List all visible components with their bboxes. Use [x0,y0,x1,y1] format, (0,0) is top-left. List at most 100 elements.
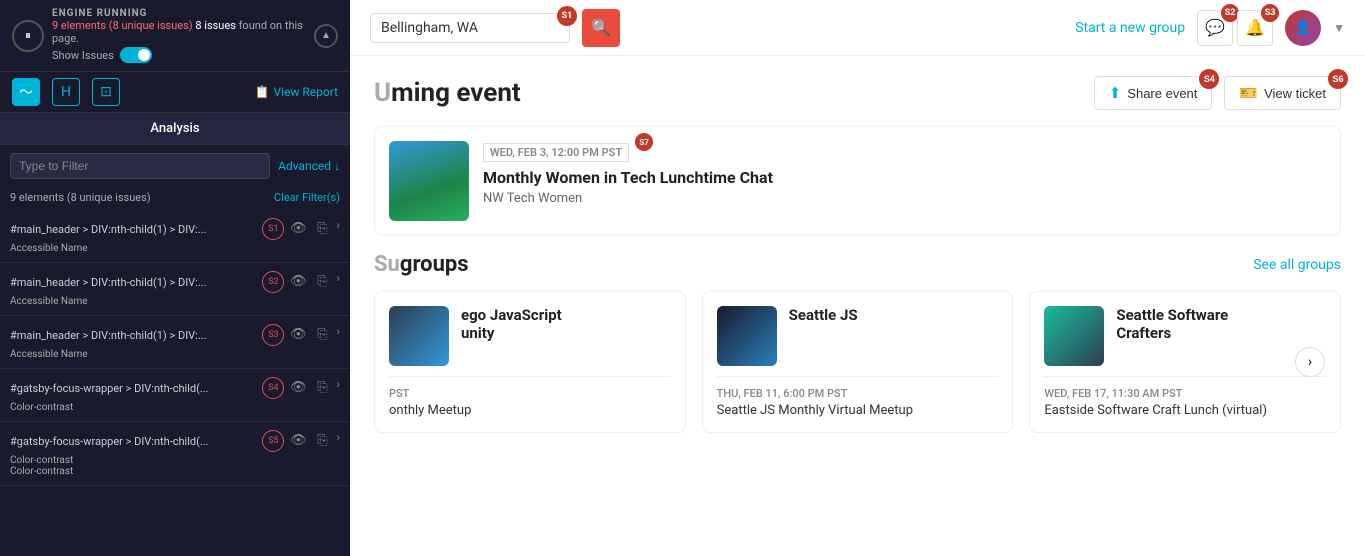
report-icon: 📋 [255,85,270,99]
group-thumbnail-2 [717,306,777,366]
groups-next-arrow[interactable]: › [1295,347,1325,377]
issue-tag-2: Color-contrast [10,466,340,477]
copy-icon[interactable]: ⎘ [312,430,332,450]
filter-input[interactable] [10,153,270,179]
group-event-name-3: Eastside Software Craft Lunch (virtual) [1044,403,1326,418]
view-ticket-label: View ticket [1264,86,1326,101]
upcoming-header: Uming event ⬆ Share event S4 🎫 View tick… [374,76,1341,110]
group-name-2: Seattle JS [789,306,858,324]
share-label: Share event [1127,86,1197,101]
expand-icon[interactable]: › [336,324,340,346]
share-event-button[interactable]: ⬆ Share event S4 [1094,76,1213,110]
group-event-2: THU, FEB 11, 6:00 PM PST Seattle JS Mont… [717,387,999,418]
event-actions: ⬆ Share event S4 🎫 View ticket S6 [1094,76,1341,110]
visibility-icon[interactable]: 👁 [288,218,308,238]
clear-filters-button[interactable]: Clear Filter(s) [274,191,340,204]
header-right: Start a new group 💬 S2 🔔 S3 👤 ▼ [1075,10,1345,46]
issue-item[interactable]: #main_header > DIV:nth-child(1) > DIV:..… [0,210,350,263]
issue-list: #main_header > DIV:nth-child(1) > DIV:..… [0,210,350,556]
upcoming-title-text: ming event [391,78,521,108]
group-name-3: Seattle SoftwareCrafters [1116,306,1228,342]
user-avatar[interactable]: 👤 [1285,10,1321,46]
engine-title: ENGINE RUNNING [52,8,314,19]
site-header: Bellingham, WA S1 🔍 Start a new group 💬 … [350,0,1365,56]
wave-icon-button[interactable]: 〜 [12,78,40,106]
expand-icon[interactable]: › [336,271,340,293]
collapse-panel-button[interactable]: ▲ [314,24,338,48]
bell-button[interactable]: 🔔 S3 [1237,10,1273,46]
copy-icon[interactable]: ⎘ [312,377,332,397]
groups-section: Sugroups See all groups ego JavaScriptun… [350,252,1365,453]
view-report-link[interactable]: 📋 View Report [255,85,339,99]
start-new-group-link[interactable]: Start a new group [1075,20,1185,36]
avatar-image: 👤 [1285,10,1321,46]
search-icon: 🔍 [591,18,611,37]
event-date-badge-s7: S7 [635,133,653,151]
issue-path: #gatsby-focus-wrapper > DIV:nth-child(..… [10,435,256,448]
group-name-1: ego JavaScriptunity [461,306,562,342]
show-issues-toggle[interactable] [120,47,152,63]
copy-icon[interactable]: ⎘ [312,271,332,291]
issue-item[interactable]: #gatsby-focus-wrapper > DIV:nth-child(..… [0,422,350,486]
groups-title: Sugroups [374,252,469,277]
groups-title-text: groups [400,252,469,277]
engine-pause-button[interactable]: ⏸ [12,20,44,52]
panel-top-bar: ⏸ ENGINE RUNNING 9 elements (8 unique is… [0,0,350,72]
view-ticket-button[interactable]: 🎫 View ticket S6 [1224,76,1341,110]
groups-grid: ego JavaScriptunity PST onthly Meetup Se… [374,291,1341,433]
issue-tag: Accessible Name [10,243,340,254]
see-all-groups-link[interactable]: See all groups [1253,257,1341,273]
group-card-top: ego JavaScriptunity [389,306,671,366]
search-button[interactable]: 🔍 [582,9,620,47]
visibility-icon[interactable]: 👁 [288,377,308,397]
upcoming-event-section: Uming event ⬆ Share event S4 🎫 View tick… [350,56,1365,252]
group-card-top-3: Seattle SoftwareCrafters [1044,306,1326,366]
expand-icon[interactable]: › [336,430,340,452]
group-event-name-2: Seattle JS Monthly Virtual Meetup [717,403,999,418]
ticket-icon: 🎫 [1239,84,1258,102]
groups-header: Sugroups See all groups [374,252,1341,277]
page-content: Uming event ⬆ Share event S4 🎫 View tick… [350,56,1365,556]
toggle-knob [138,49,150,61]
group-event-date-2: THU, FEB 11, 6:00 PM PST [717,387,999,400]
group-card-1[interactable]: ego JavaScriptunity PST onthly Meetup [374,291,686,433]
issue-item[interactable]: #main_header > DIV:nth-child(1) > DIV:..… [0,263,350,316]
issue-badge-s2: S2 [262,271,284,293]
group-event-date-3: WED, FEB 17, 11:30 AM PST [1044,387,1326,400]
advanced-label: Advanced [278,159,331,173]
bell-icon: 🔔 [1245,18,1265,37]
expand-icon[interactable]: › [336,218,340,240]
event-date: WED, FEB 3, 12:00 PM PST [483,143,629,162]
group-divider-3 [1044,376,1326,377]
analysis-header: Analysis [0,113,350,145]
h-icon-button[interactable]: H [52,78,80,106]
issue-tag: Accessible Name [10,296,340,307]
visibility-icon[interactable]: 👁 [288,271,308,291]
main-content-panel: Bellingham, WA S1 🔍 Start a new group 💬 … [350,0,1365,556]
view-ticket-badge-s6: S6 [1328,69,1348,89]
issue-item[interactable]: #gatsby-focus-wrapper > DIV:nth-child(..… [0,369,350,422]
search-badge-s1: S1 [557,6,577,26]
analysis-panel: ⏸ ENGINE RUNNING 9 elements (8 unique is… [0,0,350,556]
issue-tag: Color-contrast [10,402,340,413]
profile-dropdown-arrow[interactable]: ▼ [1333,21,1345,35]
page-icon-button[interactable]: ⊡ [92,78,120,106]
expand-icon[interactable]: › [336,377,340,399]
advanced-button[interactable]: Advanced ↓ [278,159,340,173]
visibility-icon[interactable]: 👁 [288,430,308,450]
issue-badge-s4: S4 [262,377,284,399]
bell-badge: S3 [1261,4,1279,22]
messages-button[interactable]: 💬 S2 [1197,10,1233,46]
copy-icon[interactable]: ⎘ [312,324,332,344]
visibility-icon[interactable]: 👁 [288,324,308,344]
share-badge-s4: S4 [1199,69,1219,89]
search-value: Bellingham, WA [381,20,478,36]
copy-icon[interactable]: ⎘ [312,218,332,238]
event-info: WED, FEB 3, 12:00 PM PST S7 Monthly Wome… [483,141,1326,206]
group-card-2[interactable]: Seattle JS THU, FEB 11, 6:00 PM PST Seat… [702,291,1014,433]
issues-count-label: 9 elements (8 unique issues) [10,191,151,204]
issue-badge-s3: S3 [262,324,284,346]
sort-icon: ↓ [334,159,340,173]
event-name: Monthly Women in Tech Lunchtime Chat [483,168,1326,187]
issue-item[interactable]: #main_header > DIV:nth-child(1) > DIV:..… [0,316,350,369]
